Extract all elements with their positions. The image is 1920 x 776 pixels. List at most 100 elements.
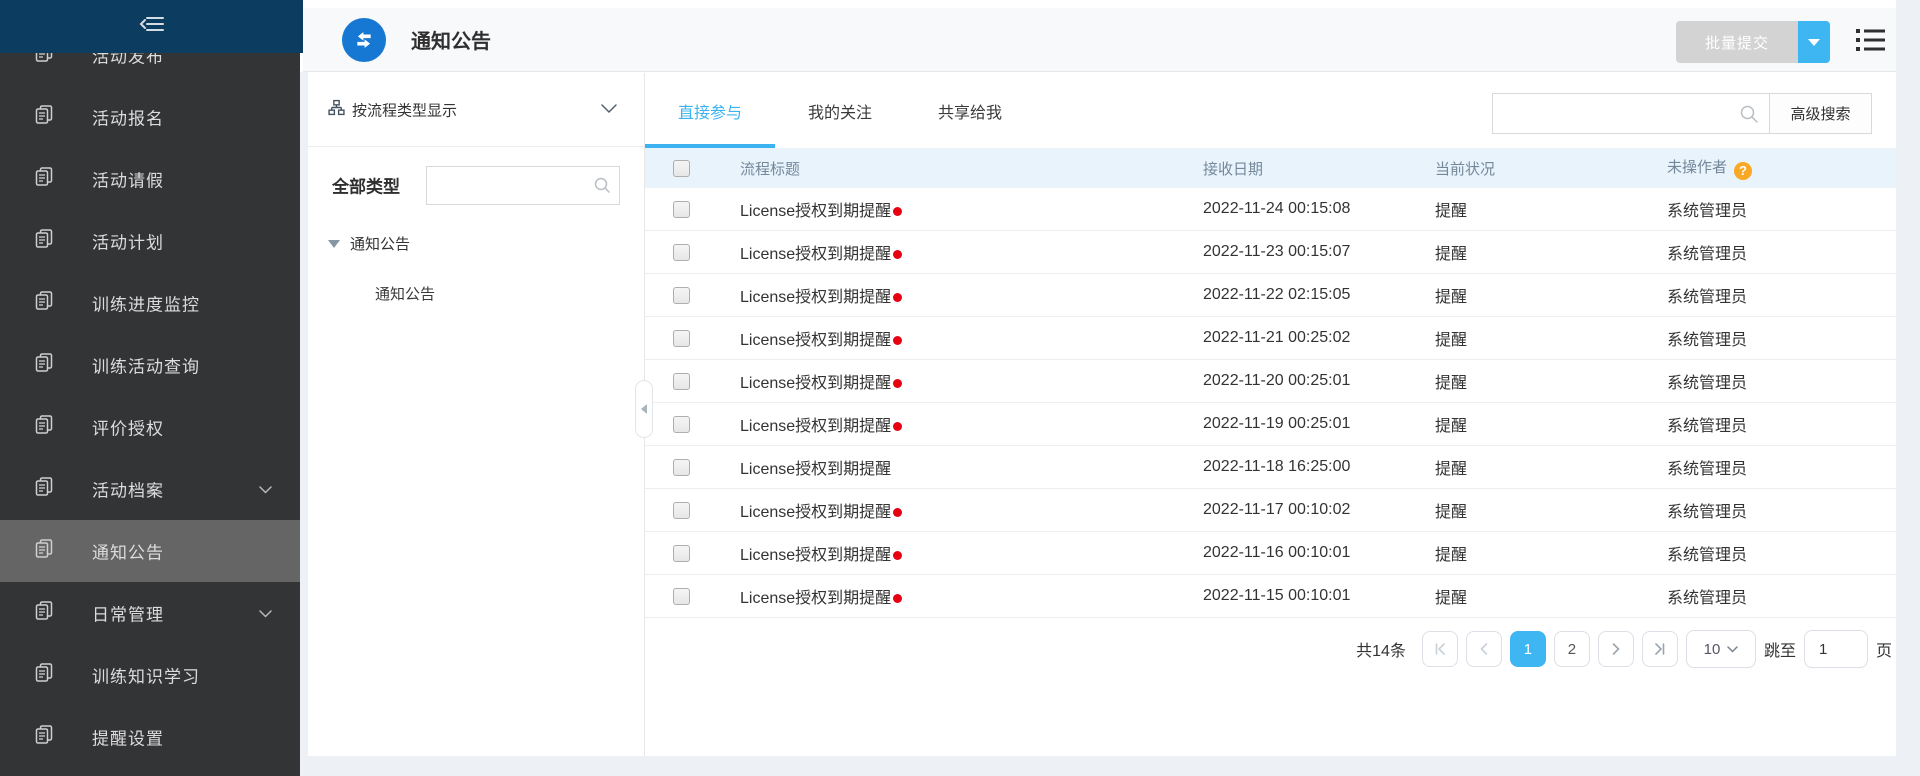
pending-operator: 系统管理员 <box>1667 240 1896 264</box>
search-icon[interactable] <box>1739 104 1759 129</box>
table-row[interactable]: License授权到期提醒 2022-11-20 00:25:01 提醒 系统管… <box>645 360 1896 403</box>
panel-collapse-handle[interactable] <box>635 380 653 438</box>
page-title: 通知公告 <box>411 25 491 54</box>
page-size-select[interactable]: 10 <box>1686 630 1756 668</box>
flow-title-link[interactable]: License授权到期提醒 <box>740 461 891 478</box>
page-button-1[interactable]: 1 <box>1510 631 1546 667</box>
receive-date: 2022-11-19 00:25:01 <box>1203 415 1435 433</box>
category-search-box <box>426 166 620 205</box>
flow-title-link[interactable]: License授权到期提醒 <box>740 590 891 607</box>
table-row[interactable]: License授权到期提醒 2022-11-16 00:10:01 提醒 系统管… <box>645 532 1896 575</box>
row-checkbox[interactable] <box>673 201 690 218</box>
unread-dot <box>893 293 902 302</box>
sidebar-item-label: 日常管理 <box>92 601 164 626</box>
table-row[interactable]: License授权到期提醒 2022-11-23 00:15:07 提醒 系统管… <box>645 231 1896 274</box>
tab-bar: 直接参与 我的关注 共享给我 <box>645 73 1035 148</box>
jump-page-input[interactable] <box>1804 630 1868 668</box>
advanced-search-button[interactable]: 高级搜索 <box>1769 93 1872 134</box>
sidebar-item-5[interactable]: 训练活动查询 <box>0 334 300 396</box>
flow-title-link[interactable]: License授权到期提醒 <box>740 246 891 263</box>
pending-operator: 系统管理员 <box>1667 541 1896 565</box>
display-mode-dropdown[interactable]: 按流程类型显示 <box>308 73 644 147</box>
tab-direct-participation[interactable]: 直接参与 <box>645 73 775 148</box>
list-view-icon[interactable] <box>1855 27 1885 54</box>
collapse-menu-icon[interactable] <box>139 15 165 38</box>
select-all-checkbox[interactable] <box>673 160 690 177</box>
document-copy-icon <box>33 476 55 503</box>
current-status: 提醒 <box>1435 412 1667 436</box>
unread-dot <box>893 336 902 345</box>
row-checkbox[interactable] <box>673 244 690 261</box>
sidebar-item-7[interactable]: 活动档案 <box>0 458 300 520</box>
sidebar-item-10[interactable]: 训练知识学习 <box>0 644 300 706</box>
column-header-status: 当前状况 <box>1435 158 1667 179</box>
table-row[interactable]: License授权到期提醒 2022-11-22 02:15:05 提醒 系统管… <box>645 274 1896 317</box>
main-panel: 直接参与 我的关注 共享给我 高级搜索 流程标题 接收日期 当前状况 未操作者? <box>644 73 1896 756</box>
table-row[interactable]: License授权到期提醒 2022-11-18 16:25:00 提醒 系统管… <box>645 446 1896 489</box>
category-search-input[interactable] <box>435 167 585 204</box>
row-checkbox[interactable] <box>673 373 690 390</box>
chevron-down-icon <box>601 101 617 119</box>
chevron-down-icon <box>259 603 272 623</box>
flow-title-link[interactable]: License授权到期提醒 <box>740 289 891 306</box>
flow-title-link[interactable]: License授权到期提醒 <box>740 375 891 392</box>
filter-panel: 按流程类型显示 全部类型 通知公告 通知公告 <box>308 73 644 756</box>
flow-title-link[interactable]: License授权到期提醒 <box>740 203 891 220</box>
batch-submit-button[interactable]: 批量提交 <box>1676 21 1798 63</box>
document-copy-icon <box>33 352 55 379</box>
sidebar-menu: 活动发布 活动报名 <box>0 24 300 768</box>
flow-title-link[interactable]: License授权到期提醒 <box>740 332 891 349</box>
row-checkbox[interactable] <box>673 287 690 304</box>
flow-title-link[interactable]: License授权到期提醒 <box>740 547 891 564</box>
unread-dot <box>893 508 902 517</box>
row-checkbox[interactable] <box>673 416 690 433</box>
tab-shared-with-me[interactable]: 共享给我 <box>905 73 1035 148</box>
tab-my-follow[interactable]: 我的关注 <box>775 73 905 148</box>
document-copy-icon <box>33 600 55 627</box>
sidebar-item-1[interactable]: 活动报名 <box>0 86 300 148</box>
current-status: 提醒 <box>1435 455 1667 479</box>
next-page-button[interactable] <box>1598 631 1634 667</box>
table-row[interactable]: License授权到期提醒 2022-11-19 00:25:01 提醒 系统管… <box>645 403 1896 446</box>
flow-title-link[interactable]: License授权到期提醒 <box>740 504 891 521</box>
current-status: 提醒 <box>1435 240 1667 264</box>
sidebar-item-label: 通知公告 <box>92 539 164 564</box>
sidebar-item-2[interactable]: 活动请假 <box>0 148 300 210</box>
row-checkbox[interactable] <box>673 330 690 347</box>
unread-dot <box>893 594 902 603</box>
table-row[interactable]: License授权到期提醒 2022-11-21 00:25:02 提醒 系统管… <box>645 317 1896 360</box>
row-checkbox[interactable] <box>673 459 690 476</box>
batch-submit-dropdown-button[interactable] <box>1798 21 1830 63</box>
sidebar-item-9[interactable]: 日常管理 <box>0 582 300 644</box>
table-row[interactable]: License授权到期提醒 2022-11-15 00:10:01 提醒 系统管… <box>645 575 1896 618</box>
sidebar-item-11[interactable]: 提醒设置 <box>0 706 300 768</box>
search-box <box>1492 93 1770 134</box>
table-row[interactable]: License授权到期提醒 2022-11-17 00:10:02 提醒 系统管… <box>645 489 1896 532</box>
current-status: 提醒 <box>1435 283 1667 307</box>
sidebar-item-label: 训练知识学习 <box>92 663 200 688</box>
sidebar-item-6[interactable]: 评价授权 <box>0 396 300 458</box>
sidebar-item-3[interactable]: 活动计划 <box>0 210 300 272</box>
sidebar-header <box>0 0 303 53</box>
sidebar-item-4[interactable]: 训练进度监控 <box>0 272 300 334</box>
caret-down-icon <box>1808 39 1820 46</box>
help-icon[interactable]: ? <box>1734 162 1752 180</box>
flow-title-link[interactable]: License授权到期提醒 <box>740 418 891 435</box>
last-page-button[interactable] <box>1642 631 1678 667</box>
prev-page-button[interactable] <box>1466 631 1502 667</box>
receive-date: 2022-11-17 00:10:02 <box>1203 501 1435 519</box>
row-checkbox[interactable] <box>673 545 690 562</box>
first-page-button[interactable] <box>1422 631 1458 667</box>
row-checkbox[interactable] <box>673 588 690 605</box>
sidebar-item-label: 提醒设置 <box>92 725 164 750</box>
row-checkbox[interactable] <box>673 502 690 519</box>
page-button-2[interactable]: 2 <box>1554 631 1590 667</box>
table-row[interactable]: License授权到期提醒 2022-11-24 00:15:08 提醒 系统管… <box>645 188 1896 231</box>
sidebar-item-8[interactable]: 通知公告 <box>0 520 300 582</box>
table-body: License授权到期提醒 2022-11-24 00:15:08 提醒 系统管… <box>645 188 1896 618</box>
search-input[interactable] <box>1503 94 1733 133</box>
unread-dot <box>893 379 902 388</box>
triangle-down-icon[interactable] <box>328 240 340 248</box>
tree-node-child[interactable]: 通知公告 <box>375 283 435 304</box>
tree-node-parent[interactable]: 通知公告 <box>308 231 644 259</box>
